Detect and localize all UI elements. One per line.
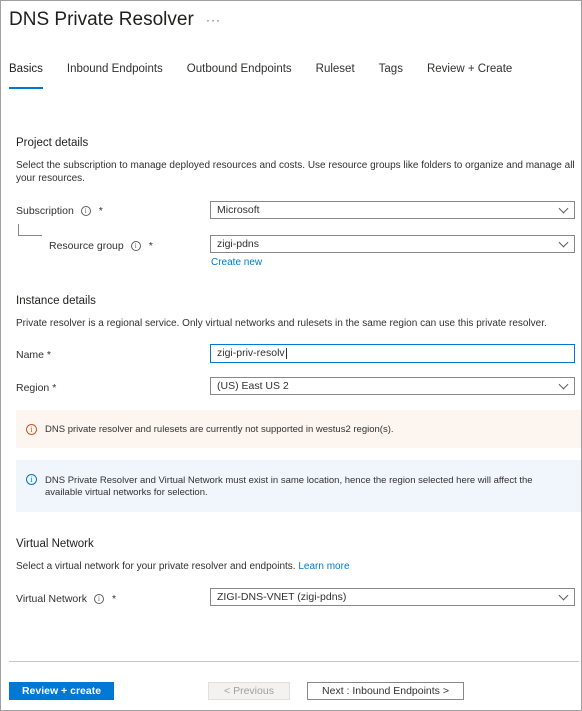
project-details-description: Select the subscription to manage deploy…: [16, 160, 575, 184]
learn-more-link[interactable]: Learn more: [298, 561, 349, 572]
text-caret: [285, 347, 287, 359]
region-value: (US) East US 2: [217, 380, 289, 392]
required-marker: *: [112, 593, 117, 605]
virtual-network-description-text: Select a virtual network for your privat…: [16, 561, 296, 572]
chevron-down-icon: [558, 379, 569, 390]
info-icon: i: [26, 474, 37, 485]
resource-group-select[interactable]: zigi-pdns: [210, 235, 575, 253]
tree-connector: [18, 224, 42, 236]
instance-details-title: Instance details: [16, 295, 96, 307]
warning-banner: i DNS private resolver and rulesets are …: [16, 410, 581, 448]
region-label: Region *: [16, 382, 57, 394]
create-new-link[interactable]: Create new: [211, 257, 262, 268]
virtual-network-label-text: Virtual Network: [16, 593, 87, 605]
subscription-label: Subscription i *: [16, 205, 103, 217]
virtual-network-select[interactable]: ZIGI-DNS-VNET (zigi-pdns): [210, 588, 575, 606]
previous-button[interactable]: < Previous: [208, 682, 290, 700]
instance-details-description: Private resolver is a regional service. …: [16, 318, 547, 329]
info-icon[interactable]: i: [130, 241, 141, 251]
virtual-network-value: ZIGI-DNS-VNET (zigi-pdns): [217, 591, 347, 603]
info-text: DNS Private Resolver and Virtual Network…: [45, 475, 533, 498]
name-input[interactable]: zigi-priv-resolv: [210, 344, 575, 363]
chevron-down-icon: [558, 203, 569, 214]
subscription-label-text: Subscription: [16, 205, 74, 217]
chevron-down-icon: [558, 237, 569, 248]
review-create-button[interactable]: Review + create: [9, 682, 114, 700]
subscription-select[interactable]: Microsoft: [210, 201, 575, 219]
tab-basics[interactable]: Basics: [9, 63, 43, 89]
required-marker: *: [148, 240, 153, 252]
tab-inbound-endpoints[interactable]: Inbound Endpoints: [67, 63, 163, 89]
virtual-network-label: Virtual Network i *: [16, 593, 116, 605]
next-button[interactable]: Next : Inbound Endpoints >: [307, 682, 464, 700]
app-frame: DNS Private Resolver ··· Basics Inbound …: [0, 0, 582, 711]
name-label: Name *: [16, 349, 52, 361]
required-marker: *: [98, 205, 103, 217]
virtual-network-description: Select a virtual network for your privat…: [16, 560, 350, 573]
tab-tags[interactable]: Tags: [379, 63, 403, 89]
name-value: zigi-priv-resolv: [217, 347, 285, 359]
tab-bar: Basics Inbound Endpoints Outbound Endpoi…: [9, 63, 536, 89]
info-banner: i DNS Private Resolver and Virtual Netwo…: [16, 460, 581, 512]
page-title: DNS Private Resolver: [9, 9, 194, 30]
project-details-title: Project details: [16, 137, 89, 149]
resource-group-value: zigi-pdns: [217, 238, 260, 250]
warning-text: DNS private resolver and rulesets are cu…: [45, 424, 394, 435]
more-options-icon[interactable]: ···: [206, 13, 221, 27]
chevron-down-icon: [558, 590, 569, 601]
tab-outbound-endpoints[interactable]: Outbound Endpoints: [187, 63, 292, 89]
tab-review-create[interactable]: Review + Create: [427, 63, 512, 89]
info-icon[interactable]: i: [80, 206, 91, 216]
region-select[interactable]: (US) East US 2: [210, 377, 575, 395]
footer-divider: [9, 661, 579, 662]
warning-icon: i: [26, 424, 37, 435]
subscription-value: Microsoft: [217, 204, 260, 216]
info-icon[interactable]: i: [94, 594, 104, 604]
tab-ruleset[interactable]: Ruleset: [316, 63, 355, 89]
virtual-network-title: Virtual Network: [16, 538, 94, 550]
resource-group-label-text: Resource group: [49, 240, 124, 252]
resource-group-label: Resource group i *: [49, 240, 153, 252]
